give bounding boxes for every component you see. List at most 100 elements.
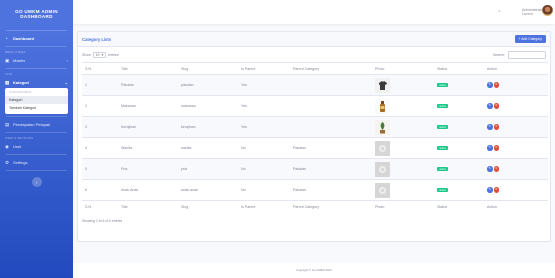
column-header-photo[interactable]: Photo <box>372 62 434 75</box>
sidebar-item-dashboard[interactable]: ◔ Dashboard <box>0 33 73 44</box>
trash-icon: ✕ <box>494 82 498 87</box>
add-category-button[interactable]: + Add Category <box>514 35 546 43</box>
sidebar-toggle-button[interactable]: ‹ <box>31 177 42 187</box>
status-badge: active <box>437 103 449 109</box>
table-header-row: S.N. Title Slug Is Parent Parent Categor… <box>82 62 548 75</box>
tachometer-icon: ◔ <box>5 36 8 41</box>
sidebar-divider <box>6 132 67 133</box>
edit-icon: ✎ <box>488 82 491 87</box>
cell-status: active <box>434 95 484 117</box>
table-row: 4 Wanita wanita No Pakaian active ✎ ✕ <box>82 137 548 159</box>
cell-status: active <box>434 116 484 138</box>
sidebar-item-pendapatan[interactable]: ▤ Pendapatan Pelapak <box>0 119 73 130</box>
column-header-action[interactable]: Action <box>484 62 548 75</box>
cell-action: ✎ ✕ <box>484 179 548 201</box>
cell-status: active <box>434 137 484 159</box>
cell-photo <box>372 137 434 159</box>
column-footer-slug: Slug <box>178 200 238 214</box>
search-label: Search: <box>492 52 505 57</box>
table-row: 1 Pakaian pakaian Yes active ✎ ✕ <box>82 74 548 96</box>
cell-parent-category <box>290 95 372 117</box>
cell-title: Anak Anak <box>118 179 178 201</box>
category-photo <box>375 98 390 114</box>
column-footer-title: Title <box>118 200 178 214</box>
cell-slug: anak-anak <box>178 179 238 201</box>
cell-title: Pria <box>118 158 178 180</box>
delete-button[interactable]: ✕ <box>493 187 499 193</box>
edit-icon: ✎ <box>488 187 491 192</box>
sidebar-item-label: Settings <box>13 160 28 165</box>
delete-button[interactable]: ✕ <box>493 124 499 130</box>
cell-action: ✎ ✕ <box>484 74 548 96</box>
cell-sn: 2 <box>82 95 118 117</box>
topbar: ▴ Administrator B. Lorem <box>73 0 555 24</box>
kategori-submenu: Kategori Menu Kategori Tambah Kategori <box>5 88 68 114</box>
sidebar-divider <box>6 116 67 117</box>
brand-title[interactable]: GO UMKM ADMIN DASHBOARD <box>0 0 73 28</box>
trash-icon: ✕ <box>494 124 498 129</box>
chevron-right-icon: › <box>66 58 68 63</box>
edit-button[interactable]: ✎ <box>487 145 493 151</box>
avatar[interactable] <box>542 5 553 16</box>
trash-icon: ✕ <box>494 166 498 171</box>
edit-icon: ✎ <box>488 103 491 108</box>
column-header-title[interactable]: Title <box>118 62 178 75</box>
sidebar-item-label: Pendapatan Pelapak <box>13 122 51 127</box>
cell-parent-category <box>290 116 372 138</box>
table-row: 3 Kerajinan kerajinan Yes active ✎ ✕ <box>82 116 548 138</box>
sidebar-item-label: Kategori <box>13 80 30 85</box>
column-footer-photo: Photo <box>372 200 434 214</box>
category-photo <box>375 140 390 156</box>
bell-icon[interactable]: ▴ <box>498 8 501 14</box>
money-icon: ▤ <box>5 121 10 127</box>
cell-photo <box>372 74 434 96</box>
cell-action: ✎ ✕ <box>484 95 548 117</box>
column-header-slug[interactable]: Slug <box>178 62 238 75</box>
table-row: 5 Pria pria No Pakaian active ✎ ✕ <box>82 158 548 180</box>
trash-icon: ✕ <box>494 187 498 192</box>
sidebar-item-master[interactable]: ▣ Master › <box>0 55 73 66</box>
cell-title: Kerajinan <box>118 116 178 138</box>
search-wrap: Search: <box>492 50 546 59</box>
column-header-status[interactable]: Status <box>434 62 484 75</box>
chevron-down-icon: ⌄ <box>64 80 68 85</box>
edit-button[interactable]: ✎ <box>487 82 493 88</box>
edit-button[interactable]: ✎ <box>487 103 493 109</box>
delete-button[interactable]: ✕ <box>493 103 499 109</box>
cell-is-parent: Yes <box>238 116 290 138</box>
status-badge: active <box>437 145 449 151</box>
cell-status: active <box>434 74 484 96</box>
delete-button[interactable]: ✕ <box>493 166 499 172</box>
submenu-item-tambah-kategori[interactable]: Tambah Kategori <box>5 104 68 112</box>
delete-button[interactable]: ✕ <box>493 82 499 88</box>
edit-button[interactable]: ✎ <box>487 187 493 193</box>
edit-button[interactable]: ✎ <box>487 166 493 172</box>
sidebar-item-settings[interactable]: ⚙ Settings <box>0 157 73 168</box>
submenu-item-kategori[interactable]: Kategori <box>5 96 68 104</box>
column-footer-action: Action <box>484 200 548 214</box>
search-input[interactable] <box>508 50 546 59</box>
category-photo <box>375 182 390 198</box>
page-footer: Copyright © Go UMKM 2021 <box>73 263 555 278</box>
column-header-sn[interactable]: S.N. <box>82 62 118 75</box>
cell-slug: kerajinan <box>178 116 238 138</box>
entries-select[interactable]: 10 ▾ <box>92 51 107 58</box>
gear-icon: ⚙ <box>5 159 10 165</box>
category-photo <box>375 161 390 177</box>
entries-label: entries <box>108 52 119 57</box>
column-header-is-parent[interactable]: Is Parent <box>238 62 290 75</box>
trash-icon: ✕ <box>494 145 498 150</box>
cell-status: active <box>434 158 484 180</box>
sidebar-item-label: User <box>13 144 22 149</box>
category-photo <box>375 77 390 93</box>
sidebar-divider <box>6 30 67 31</box>
sidebar-item-user[interactable]: ◉ User <box>0 141 73 152</box>
cell-sn: 5 <box>82 158 118 180</box>
sidebar-item-label: Master <box>13 58 26 63</box>
edit-button[interactable]: ✎ <box>487 124 493 130</box>
sidebar: GO UMKM ADMIN DASHBOARD ◔ Dashboard Menu… <box>0 0 73 278</box>
status-badge: active <box>437 124 449 130</box>
column-header-parent-category[interactable]: Parent Category <box>290 62 372 75</box>
delete-button[interactable]: ✕ <box>493 145 499 151</box>
sidebar-item-kategori[interactable]: ▥ Kategori ⌄ <box>0 77 73 88</box>
